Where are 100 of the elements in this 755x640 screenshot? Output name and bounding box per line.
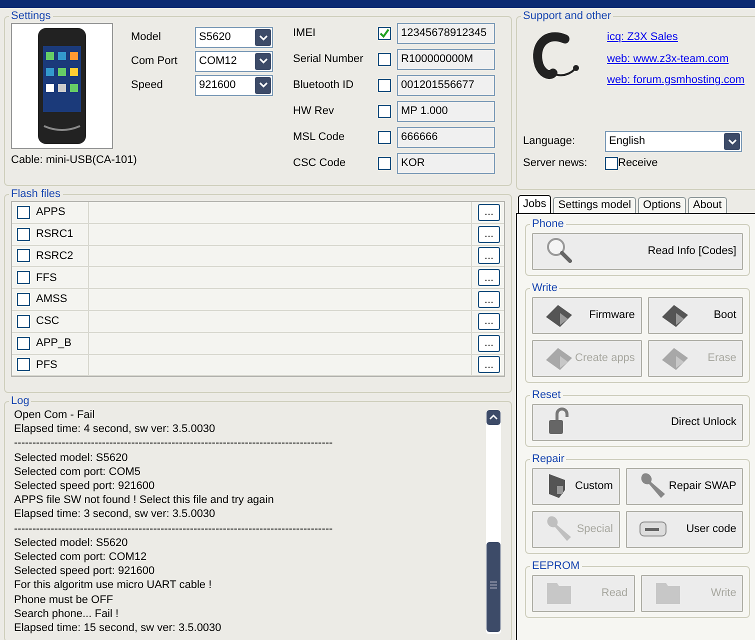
file-label: CSC <box>36 314 60 330</box>
browse-button[interactable]: ... <box>478 269 500 286</box>
browse-button[interactable]: ... <box>478 204 500 221</box>
file-label: APP_B <box>36 336 72 351</box>
field-label: CSC Code <box>293 156 347 172</box>
checkbox[interactable] <box>378 157 391 170</box>
dropdown[interactable]: English <box>605 131 742 152</box>
group-title: Phone <box>531 218 565 231</box>
field-label: Bluetooth ID <box>293 78 355 94</box>
file-label: PFS <box>36 358 58 373</box>
group-title: EEPROM <box>531 560 581 573</box>
support-link[interactable]: icq: Z3X Sales <box>607 29 745 46</box>
file-path-field[interactable] <box>88 224 472 245</box>
tab[interactable]: Settings model <box>553 196 636 213</box>
file-label: RSRC1 <box>36 226 74 242</box>
job-button[interactable]: Direct Unlock <box>532 404 744 441</box>
log-line: Elapsed time: 4 second, sw ver: 3.5.0030 <box>14 422 216 436</box>
browse-button[interactable]: ... <box>478 247 500 264</box>
browse-button[interactable]: ... <box>478 291 500 308</box>
checkbox[interactable] <box>17 228 30 241</box>
dropdown[interactable]: S5620 <box>195 27 273 48</box>
dropdown[interactable]: COM12 <box>195 50 273 72</box>
field-label: Serial Number <box>293 52 364 68</box>
field-label: HW Rev <box>293 104 335 120</box>
group-title: Settings <box>10 10 52 23</box>
log-line: Elapsed time: 3 second, sw ver: 3.5.0030 <box>14 507 216 522</box>
checkbox[interactable] <box>17 206 30 219</box>
file-path-field[interactable] <box>88 332 472 354</box>
checkbox[interactable] <box>17 358 30 372</box>
file-path-field[interactable] <box>88 246 472 266</box>
checkbox[interactable] <box>17 293 30 306</box>
log-line: Selected speed port: 921600 <box>14 564 156 578</box>
checkbox[interactable] <box>17 314 30 328</box>
log-line: --------------------------------------------------------------------------------------- <box>14 522 334 536</box>
receive-checkbox[interactable]: Receive <box>605 154 658 172</box>
text-field[interactable]: R100000000M <box>397 49 495 70</box>
file-label: AMSS <box>36 292 68 308</box>
checkbox[interactable] <box>378 27 391 40</box>
group-title: Reset <box>531 388 562 402</box>
log-line: Selected com port: COM5 <box>14 464 142 480</box>
checkbox[interactable] <box>378 105 391 118</box>
file-path-field[interactable] <box>88 289 472 310</box>
tab[interactable]: Options <box>638 196 686 213</box>
job-button[interactable]: Firmware <box>532 296 642 334</box>
field-label: Model <box>131 30 162 46</box>
file-path-field[interactable] <box>88 267 472 288</box>
checkbox[interactable] <box>378 79 391 92</box>
field-label: Com Port <box>131 54 178 69</box>
checkbox[interactable] <box>378 131 391 144</box>
group-title: Flash files <box>10 188 62 201</box>
support-link[interactable]: web: forum.gsmhosting.com <box>607 72 745 88</box>
text-field[interactable]: KOR <box>397 153 495 174</box>
scrollbar[interactable] <box>486 410 501 634</box>
text-field[interactable]: MP 1.000 <box>397 101 495 122</box>
checkbox[interactable] <box>17 249 30 262</box>
field-label: IMEI <box>293 26 317 42</box>
job-button[interactable]: Read Info [Codes] <box>532 232 744 270</box>
file-label: APPS <box>36 205 66 220</box>
file-path-field[interactable] <box>88 354 472 376</box>
job-button[interactable]: Custom <box>532 468 620 505</box>
job-button[interactable]: Boot <box>648 296 744 334</box>
group-title: Repair <box>531 452 566 466</box>
browse-button[interactable]: ... <box>478 334 500 352</box>
group-title: Write <box>531 282 558 295</box>
log-line: Search phone... Fail ! <box>14 606 120 622</box>
log-line: For this algoritm use micro UART cable ! <box>14 578 213 593</box>
file-label: RSRC2 <box>36 248 74 264</box>
log-line: Selected com port: COM12 <box>14 550 148 564</box>
checkbox[interactable] <box>17 271 30 284</box>
support-link[interactable]: web: www.z3x-team.com <box>607 50 745 67</box>
field-label: Speed <box>131 78 164 93</box>
checkbox[interactable] <box>378 53 391 66</box>
job-button[interactable]: Repair SWAP <box>626 468 744 505</box>
log-line: Selected model: S5620 <box>14 450 129 465</box>
cable-label: Cable: mini-USB(CA-101) <box>11 152 137 168</box>
browse-button[interactable]: ... <box>478 312 500 330</box>
log-line: --------------------------------------------------------------------------------------- <box>14 436 334 451</box>
text-field[interactable]: 12345678912345 <box>397 23 495 44</box>
file-label: FFS <box>36 270 58 286</box>
log-line: Phone must be OFF <box>14 592 114 607</box>
group-title: Log <box>10 395 30 408</box>
job-button[interactable]: User code <box>626 510 744 548</box>
log-line: APPS file SW not found ! Select this file and try again <box>14 493 275 508</box>
file-path-field[interactable] <box>88 202 472 223</box>
log-line: Open Com - Fail <box>14 408 96 422</box>
tab[interactable]: Jobs <box>518 194 552 213</box>
log-line: Selected model: S5620 <box>14 536 129 550</box>
log-line: Selected speed port: 921600 <box>14 479 156 494</box>
text-field[interactable]: 666666 <box>397 127 495 148</box>
dropdown[interactable]: 921600 <box>195 74 273 96</box>
text-field[interactable]: 001201556677 <box>397 75 495 96</box>
tab[interactable]: About <box>688 196 727 213</box>
field-label: MSL Code <box>293 130 346 146</box>
language-label: Language: <box>523 134 576 150</box>
file-path-field[interactable] <box>88 310 472 332</box>
browse-button[interactable]: ... <box>478 226 500 243</box>
checkbox[interactable] <box>17 336 30 350</box>
group-title: Support and other <box>522 10 612 23</box>
browse-button[interactable]: ... <box>478 356 500 374</box>
log-line: Elapsed time: 15 second, sw ver: 3.5.0030 <box>14 621 222 634</box>
